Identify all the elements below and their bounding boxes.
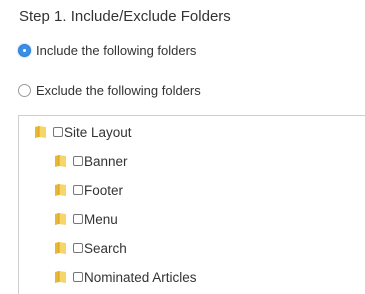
folder-icon	[35, 126, 46, 138]
exclude-folders-option[interactable]: Exclude the following folders	[18, 83, 201, 98]
folder-icon	[55, 271, 66, 283]
include-folders-radio[interactable]	[18, 44, 31, 57]
tree-item-label: Search	[84, 240, 127, 256]
step-title: Step 1. Include/Exclude Folders	[19, 8, 231, 25]
folder-tree: Site Layout Banner Footer Menu Search No…	[18, 115, 365, 294]
tree-item-footer[interactable]: Footer	[54, 181, 123, 199]
nominated-articles-checkbox[interactable]	[73, 272, 83, 282]
include-folders-label[interactable]: Include the following folders	[36, 43, 196, 58]
tree-item-label: Nominated Articles	[84, 269, 197, 285]
folder-icon	[55, 155, 66, 167]
folder-icon	[55, 213, 66, 225]
search-checkbox[interactable]	[73, 243, 83, 253]
tree-item-label: Banner	[84, 153, 128, 169]
folder-icon	[55, 184, 66, 196]
banner-checkbox[interactable]	[73, 156, 83, 166]
tree-item-nominated-articles[interactable]: Nominated Articles	[54, 268, 197, 286]
tree-item-search[interactable]: Search	[54, 239, 127, 257]
exclude-folders-radio[interactable]	[18, 84, 31, 97]
tree-item-label: Footer	[84, 182, 124, 198]
tree-item-menu[interactable]: Menu	[54, 210, 118, 228]
tree-item-label: Site Layout	[64, 124, 132, 140]
footer-checkbox[interactable]	[73, 185, 83, 195]
tree-item-banner[interactable]: Banner	[54, 152, 128, 170]
include-exclude-folders-panel: Step 1. Include/Exclude Folders Include …	[0, 0, 365, 294]
include-folders-option[interactable]: Include the following folders	[18, 43, 196, 58]
site-layout-checkbox[interactable]	[53, 127, 63, 137]
exclude-folders-label[interactable]: Exclude the following folders	[36, 83, 201, 98]
folder-icon	[55, 242, 66, 254]
tree-item-label: Menu	[84, 211, 118, 227]
menu-checkbox[interactable]	[73, 214, 83, 224]
tree-item-site-layout[interactable]: Site Layout	[34, 123, 132, 141]
